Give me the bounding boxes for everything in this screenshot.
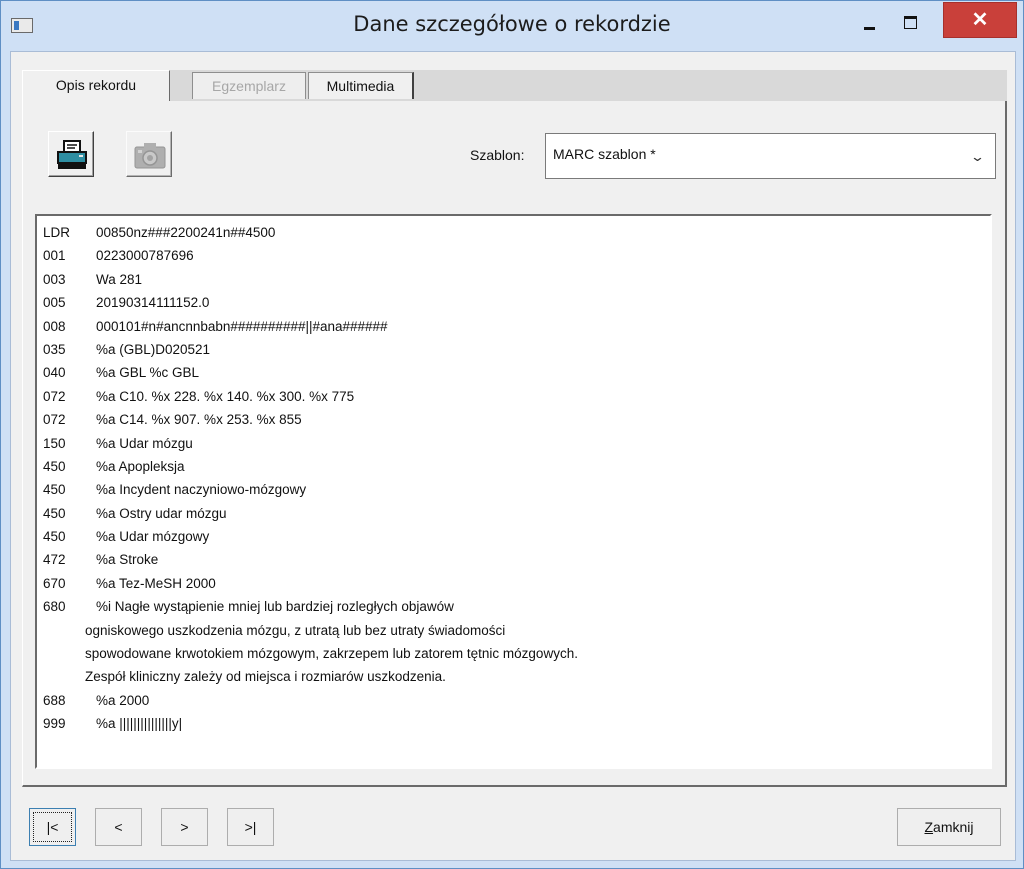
record-line: 450 %a Udar mózgowy [43, 525, 578, 548]
record-value: 00850nz###2200241n##4500 [96, 225, 276, 240]
minimize-button[interactable] [855, 9, 885, 37]
szablon-selected-value: MARC szablon * [553, 146, 656, 162]
chevron-down-icon: ⌄ [969, 149, 986, 164]
record-line: 003 Wa 281 [43, 268, 578, 291]
record-tag: 450 [43, 529, 66, 545]
record-line: Zespół kliniczny zależy od miejsca i roz… [43, 665, 578, 688]
record-value: %a (GBL)D020521 [96, 341, 211, 357]
record-tag: 450 [43, 505, 66, 521]
record-value: %a C14. %x 907. %x 253. %x 855 [96, 412, 302, 428]
record-lines: LDR 00850nz###2200241n##4500 001 0223000787… [43, 221, 578, 736]
tab-panel-opis-rekordu: Szablon: MARC szablon * ⌄ LDR 00850nz###2… [22, 101, 1007, 787]
camera-icon [134, 143, 166, 169]
szablon-select[interactable]: MARC szablon * ⌄ [545, 133, 996, 179]
tab-opis-rekordu[interactable]: Opis rekordu [22, 70, 170, 101]
tab-egzemplarz: Egzemplarz [192, 72, 306, 99]
record-line: 999 %a |||||||||||||||y| [43, 712, 578, 735]
record-value: %a |||||||||||||||y| [96, 716, 183, 732]
record-value: %a Stroke [96, 552, 159, 568]
record-value-continuation: spowodowane krwotokiem mózgowym, zakrzep… [85, 646, 578, 662]
record-line: 450 %a Apopleksja [43, 455, 578, 478]
close-icon: ✕ [971, 9, 989, 31]
record-value: %a Incydent naczyniowo-mózgowy [96, 482, 307, 498]
record-value: %a Udar mózgu [96, 435, 193, 451]
dialog-body: Opis rekordu Egzemplarz Multimedia Szabl… [10, 51, 1016, 861]
record-value: %a 2000 [96, 692, 150, 708]
close-button-label: Zamknij [924, 819, 974, 835]
record-line: ogniskowego uszkodzenia mózgu, z utratą … [43, 619, 578, 642]
record-tag: 040 [43, 365, 66, 381]
record-tag: 150 [43, 435, 66, 451]
tab-strip: Opis rekordu Egzemplarz Multimedia [22, 70, 1007, 101]
title-bar[interactable]: Dane szczegółowe o rekordzie ✕ [1, 1, 1023, 51]
record-line: 072 %a C14. %x 907. %x 253. %x 855 [43, 408, 578, 431]
record-line: 680 %i Nagłe wystąpienie mniej lub bardzi… [43, 595, 578, 618]
record-line: 040 %a GBL %c GBL [43, 361, 578, 384]
record-value: Wa 281 [96, 271, 143, 287]
record-value-continuation: Zespół kliniczny zależy od miejsca i roz… [85, 669, 446, 685]
record-value: 0223000787696 [96, 248, 194, 264]
maximize-button[interactable] [894, 9, 926, 37]
record-tag: 450 [43, 482, 66, 498]
record-line: 035 %a (GBL)D020521 [43, 338, 578, 361]
record-line: 072 %a C10. %x 228. %x 140. %x 300. %x 77… [43, 385, 578, 408]
print-button[interactable] [48, 131, 94, 177]
record-line: 005 20190314111152.0 [43, 291, 578, 314]
record-line: spowodowane krwotokiem mózgowym, zakrzep… [43, 642, 578, 665]
record-tag: 001 [43, 248, 66, 264]
previous-record-button[interactable]: < [95, 808, 142, 846]
record-line: 670 %a Tez-MeSH 2000 [43, 572, 578, 595]
record-value: %a C10. %x 228. %x 140. %x 300. %x 775 [96, 388, 355, 404]
first-record-button[interactable]: |< [29, 808, 76, 846]
record-tag: 072 [43, 388, 66, 404]
szablon-label: Szablon: [470, 147, 525, 163]
record-value: %a Apopleksja [96, 458, 185, 474]
record-line: 472 %a Stroke [43, 548, 578, 571]
record-tag: 008 [43, 318, 66, 334]
record-tag: 688 [43, 692, 66, 708]
record-line: 688 %a 2000 [43, 689, 578, 712]
printer-icon [57, 140, 87, 169]
record-tag: 450 [43, 458, 66, 474]
tab-multimedia[interactable]: Multimedia [308, 72, 414, 99]
camera-button[interactable] [126, 131, 172, 177]
record-tag: 072 [43, 412, 66, 428]
record-value-continuation: ogniskowego uszkodzenia mózgu, z utratą … [85, 622, 506, 638]
record-value: 000101#n#ancnnbabn##########||#ana###### [96, 318, 388, 334]
record-line: 008 000101#n#ancnnbabn##########||#ana###… [43, 315, 578, 338]
last-record-button[interactable]: >| [227, 808, 274, 846]
close-window-button[interactable]: ✕ [943, 2, 1017, 38]
record-line: 450 %a Incydent naczyniowo-mózgowy [43, 478, 578, 501]
record-line: 150 %a Udar mózgu [43, 432, 578, 455]
record-line: LDR 00850nz###2200241n##4500 [43, 221, 578, 244]
record-tag: 003 [43, 271, 66, 287]
record-tag: 999 [43, 716, 66, 732]
record-tag: 005 [43, 295, 66, 311]
details-window: Dane szczegółowe o rekordzie ✕ Opis reko… [0, 0, 1024, 869]
record-value: %a Ostry udar mózgu [96, 505, 227, 521]
record-textbox[interactable]: LDR 00850nz###2200241n##4500 001 0223000787… [35, 214, 992, 769]
record-line: 450 %a Ostry udar mózgu [43, 502, 578, 525]
record-tag: 035 [43, 341, 66, 357]
record-tag: LDR [43, 225, 71, 240]
record-value: %a GBL %c GBL [96, 365, 200, 381]
record-tag: 472 [43, 552, 66, 568]
close-button[interactable]: Zamknij [897, 808, 1001, 846]
next-record-button[interactable]: > [161, 808, 208, 846]
record-value: %a Udar mózgowy [96, 529, 210, 545]
record-tag: 680 [43, 599, 66, 615]
record-value: 20190314111152.0 [96, 295, 210, 311]
record-tag: 670 [43, 575, 66, 591]
record-line: 001 0223000787696 [43, 244, 578, 267]
record-value: %a Tez-MeSH 2000 [96, 575, 216, 591]
record-value: %i Nagłe wystąpienie mniej lub bardziej … [96, 599, 454, 615]
